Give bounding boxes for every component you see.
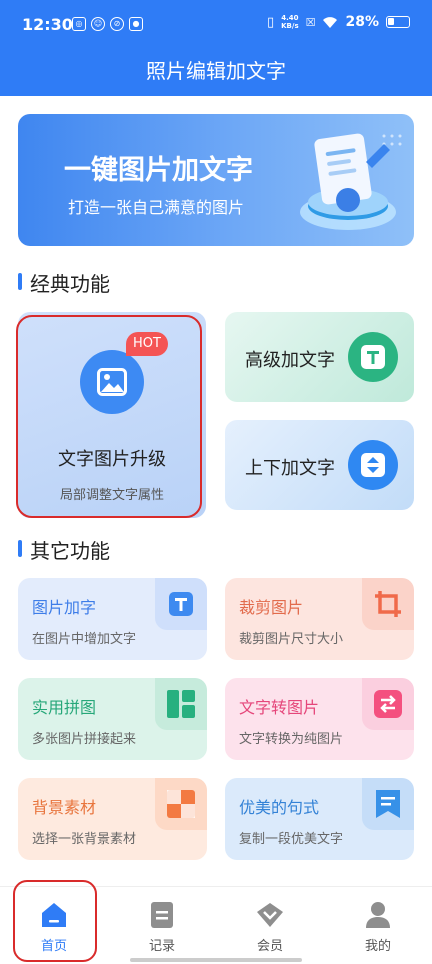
feature-card-background[interactable]: 背景素材选择一张背景素材 (18, 778, 207, 860)
highlight-box-feature (16, 315, 202, 518)
feature-card-text-t[interactable]: 图片加字在图片中增加文字 (18, 578, 207, 660)
tab-member-label: 会员 (256, 939, 283, 954)
feature-title: 图片加字 (32, 598, 97, 617)
diamond-icon (257, 903, 283, 927)
tab-mine[interactable]: 我的 (324, 887, 432, 964)
tab-record[interactable]: 记录 (108, 887, 216, 964)
battery-icon (386, 16, 410, 28)
feature-subtitle: 选择一张背景素材 (32, 832, 137, 847)
banner-title: 一键图片加文字 (64, 155, 253, 186)
highlight-box-home-tab (13, 880, 97, 962)
notification-weibo-icon: ● (129, 17, 143, 31)
feature-title: 文字转图片 (239, 698, 320, 717)
feature-title: 背景素材 (32, 798, 97, 817)
section-title-other: 其它功能 (18, 535, 110, 564)
feature-subtitle: 在图片中增加文字 (32, 632, 137, 647)
feature-title: 优美的句式 (239, 798, 320, 817)
banner[interactable]: 一键图片加文字 打造一张自己满意的图片 (18, 114, 414, 246)
network-speed-value: 4.40 (281, 14, 299, 22)
feature-title: 裁剪图片 (239, 598, 304, 617)
background-icon (155, 778, 207, 830)
banner-illustration-icon (300, 133, 402, 230)
notification-browser-icon: ⊘ (110, 17, 124, 31)
advanced-text-label: 高级加文字 (245, 350, 335, 371)
page-title: 照片编辑加文字 (146, 59, 286, 83)
feature-subtitle: 多张图片拼接起来 (32, 732, 137, 747)
network-speed: 4.40 KB/s (281, 14, 298, 30)
feature-subtitle: 复制一段优美文字 (239, 832, 344, 847)
notification-icons: ◎ ☺ ⊘ ● (72, 17, 143, 31)
banner-subtitle: 打造一张自己满意的图片 (68, 198, 245, 217)
collage-icon (155, 678, 207, 730)
bookmark-icon (362, 778, 414, 830)
status-bar: 12:30 ◎ ☺ ⊘ ● ▯ 4.40 KB/s ☒ 28% (0, 0, 432, 50)
vertical-arrows-icon (348, 440, 398, 490)
up-down-text-card[interactable]: 上下加文字 (225, 420, 414, 510)
notification-avatar-icon: ☺ (91, 17, 105, 31)
feature-title: 实用拼图 (32, 698, 97, 717)
wifi-icon (323, 16, 338, 28)
up-down-text-label: 上下加文字 (245, 458, 335, 479)
feature-subtitle: 裁剪图片尺寸大小 (239, 632, 344, 647)
battery-percent: 28% (345, 14, 379, 30)
tab-mine-label: 我的 (364, 939, 391, 954)
status-right: ▯ 4.40 KB/s ☒ 28% (267, 14, 410, 30)
network-speed-unit: KB/s (281, 22, 299, 30)
convert-icon (362, 678, 414, 730)
record-icon (151, 902, 173, 928)
feature-card-bookmark[interactable]: 优美的句式复制一段优美文字 (225, 778, 414, 860)
app-screen: 12:30 ◎ ☺ ⊘ ● ▯ 4.40 KB/s ☒ 28% 照片编辑加文字 … (0, 0, 432, 964)
status-time: 12:30 (22, 15, 73, 34)
app-bar: 照片编辑加文字 (0, 50, 432, 96)
crop-icon (362, 578, 414, 630)
feature-subtitle: 文字转换为纯图片 (239, 732, 344, 747)
text-t-icon (348, 332, 398, 382)
advanced-text-card[interactable]: 高级加文字 (225, 312, 414, 402)
tab-member[interactable]: 会员 (216, 887, 324, 964)
text-t-icon (155, 578, 207, 630)
tab-record-label: 记录 (148, 939, 175, 954)
gesture-bar[interactable] (130, 958, 302, 962)
section-title-classic: 经典功能 (18, 268, 110, 297)
sim-icon: ☒ (305, 15, 316, 29)
feature-card-collage[interactable]: 实用拼图多张图片拼接起来 (18, 678, 207, 760)
user-icon (366, 902, 390, 928)
feature-card-crop[interactable]: 裁剪图片裁剪图片尺寸大小 (225, 578, 414, 660)
vibrate-icon: ▯ (266, 14, 275, 30)
feature-card-convert[interactable]: 文字转图片文字转换为纯图片 (225, 678, 414, 760)
notification-app-icon: ◎ (72, 17, 86, 31)
